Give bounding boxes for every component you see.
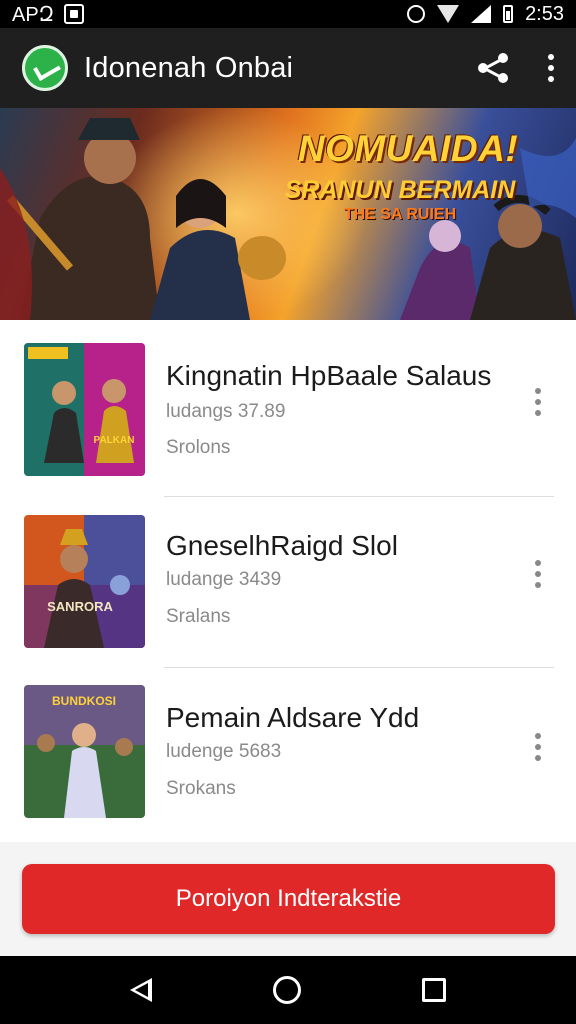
battery-icon (503, 5, 514, 23)
share-icon[interactable] (478, 53, 508, 83)
more-vertical-icon[interactable] (535, 560, 541, 588)
game-downloads: ludange 3439 (166, 569, 282, 590)
more-vertical-icon[interactable] (535, 733, 541, 761)
more-vertical-icon[interactable] (548, 54, 554, 82)
list-item[interactable]: SANRORA GneselhRaigd Slol ludange 3439 S… (0, 492, 576, 664)
status-left: APԶ (12, 2, 85, 27)
game-status: Srolons (166, 437, 231, 458)
signal-icon (471, 5, 492, 23)
game-name: Kingnatin HpBaale Salaus (166, 360, 492, 391)
game-status: Srokans (166, 778, 236, 799)
game-thumbnail: BUNDKOSI (24, 685, 145, 818)
recents-icon[interactable] (421, 978, 446, 1002)
thumb-label: BUNDKOSI (52, 694, 116, 708)
app-actions (478, 53, 554, 83)
carrier-label: APԶ (12, 3, 55, 26)
wifi-icon (437, 5, 460, 23)
app-title: Idonenah Onbai (84, 51, 294, 84)
game-downloads: ludenge 5683 (166, 741, 282, 762)
banner-tagline: THE SA RUIEH (343, 206, 457, 223)
thumb-label: SANRORA (47, 599, 113, 614)
game-downloads: ludangs 37.89 (166, 401, 286, 422)
home-icon[interactable] (272, 976, 301, 1004)
promo-banner[interactable]: NOMUAIDA! SRANUN BERMAIN THE SA RUIEH (0, 108, 576, 320)
list-item[interactable]: PALKAN Kingnatin HpBaale Salaus ludangs … (0, 320, 576, 492)
alarm-icon (407, 5, 426, 23)
game-name: Pemain Aldsare Ydd (166, 702, 420, 733)
primary-action-button[interactable]: Poroiyon Indterakstie (22, 864, 555, 934)
more-vertical-icon[interactable] (535, 388, 541, 416)
game-thumbnail: PALKAN (24, 343, 145, 476)
game-name: GneselhRaigd Slol (166, 530, 398, 561)
game-status: Sralans (166, 606, 231, 627)
banner-subtitle: SRANUN BERMAIN (284, 176, 516, 204)
cta-container: Poroiyon Indterakstie (0, 842, 576, 956)
banner-title: NOMUAIDA! (297, 128, 519, 169)
game-list: PALKAN Kingnatin HpBaale Salaus ludangs … (0, 320, 576, 842)
status-right: 2:53 (407, 3, 564, 26)
app-bar: Idonenah Onbai (0, 28, 576, 108)
thumb-label: PALKAN (94, 435, 135, 446)
list-item[interactable]: BUNDKOSI Pemain Aldsare Ydd ludenge 5683… (0, 663, 576, 835)
app-logo-icon[interactable] (22, 45, 68, 91)
clock: 2:53 (525, 2, 564, 25)
notification-square-icon (64, 4, 85, 24)
back-icon[interactable] (130, 978, 153, 1002)
game-thumbnail: SANRORA (24, 515, 145, 648)
system-nav-bar (0, 956, 576, 1024)
status-bar: APԶ 2:53 (0, 0, 576, 28)
